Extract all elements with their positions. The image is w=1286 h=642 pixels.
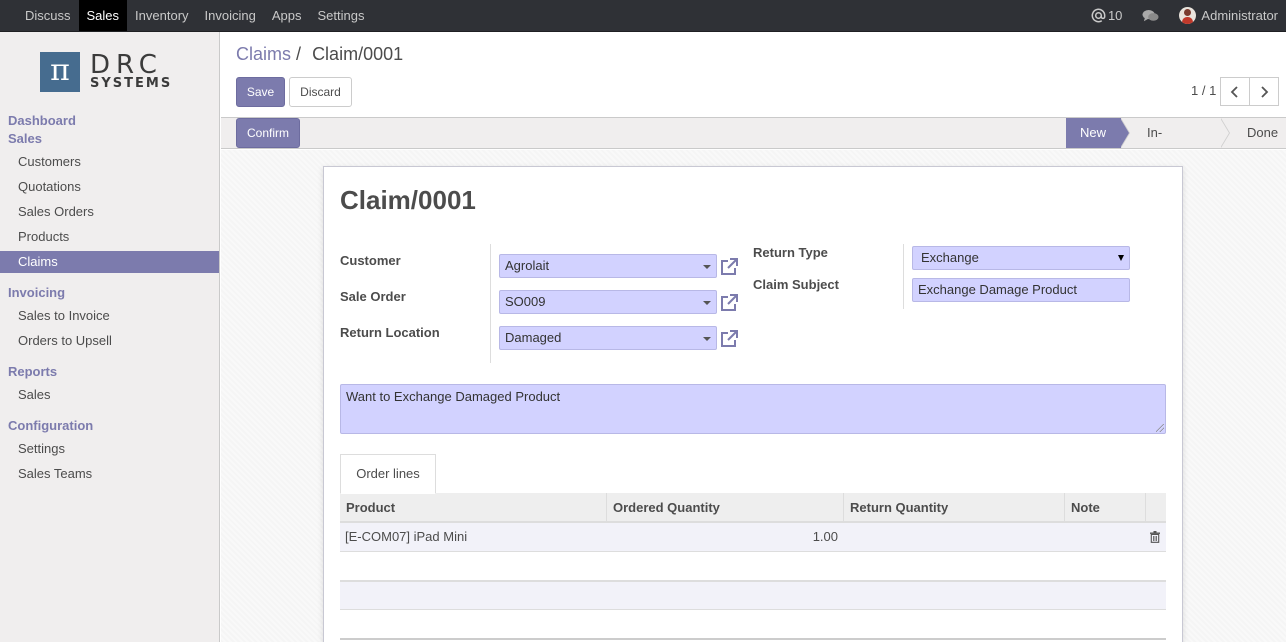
external-link-icon[interactable] <box>719 293 739 313</box>
status-bar: Confirm New In-Progress Done <box>221 117 1286 170</box>
pager-previous-button[interactable] <box>1220 77 1250 106</box>
stage-pipeline: New In-Progress Done <box>1066 118 1286 170</box>
at-sign-icon <box>1091 8 1106 23</box>
table-row-empty <box>340 581 1166 610</box>
avatar <box>1179 7 1197 24</box>
user-name: Administrator <box>1201 8 1278 23</box>
return-location-field[interactable]: Damaged <box>499 326 717 350</box>
breadcrumb: Claims / Claim/0001 <box>236 44 403 65</box>
dropdown-caret-icon <box>703 337 711 341</box>
confirm-button[interactable]: Confirm <box>236 118 300 148</box>
stage-new-label: New <box>1080 125 1107 140</box>
column-return-quantity[interactable]: Return Quantity <box>843 493 1064 522</box>
mentions-button[interactable]: 10 <box>1091 8 1122 23</box>
sidebar-item-products[interactable]: Products <box>0 226 219 248</box>
user-menu[interactable]: Administrator <box>1179 7 1278 24</box>
menu-inventory[interactable]: Inventory <box>127 0 196 31</box>
dropdown-caret-icon <box>703 265 711 269</box>
pager-next-button[interactable] <box>1249 77 1279 106</box>
logo-text-systems: SYSTEMS <box>90 76 173 91</box>
menu-settings[interactable]: Settings <box>309 0 372 31</box>
cell-ordered-quantity[interactable]: 1.00 <box>640 523 838 551</box>
sidebar-dashboard[interactable]: Dashboard <box>8 113 76 128</box>
customer-value: Agrolait <box>505 258 550 273</box>
sidebar-item-customers[interactable]: Customers <box>0 151 219 173</box>
messages-count: 10 <box>1107 8 1123 23</box>
breadcrumb-separator: / <box>296 44 302 64</box>
sidebar-item-sales-teams[interactable]: Sales Teams <box>0 463 219 485</box>
return-type-label: Return Type <box>753 245 828 260</box>
external-link-icon[interactable] <box>719 329 739 349</box>
sidebar-item-quotations[interactable]: Quotations <box>0 176 219 198</box>
tab-order-lines[interactable]: Order lines <box>340 454 436 494</box>
breadcrumb-claims[interactable]: Claims <box>236 44 291 64</box>
return-type-value: Exchange <box>921 250 979 265</box>
chat-button[interactable] <box>1142 9 1159 23</box>
chat-bubbles-icon <box>1142 9 1159 21</box>
resize-grip-icon[interactable] <box>1156 424 1164 432</box>
breadcrumb-current: Claim/0001 <box>312 44 404 64</box>
systray: 10 Administrator <box>1071 0 1278 31</box>
sidebar: π DRC SYSTEMS Dashboard Sales Customers … <box>0 32 220 642</box>
save-button[interactable]: Save <box>236 77 285 107</box>
sidebar-item-settings[interactable]: Settings <box>0 438 219 460</box>
field-group-divider <box>490 244 491 363</box>
chevron-right-icon <box>1261 86 1269 98</box>
external-link-icon[interactable] <box>719 257 739 277</box>
table-row-empty <box>340 552 1166 581</box>
sidebar-section-configuration[interactable]: Configuration <box>8 418 93 433</box>
menu-invoicing[interactable]: Invoicing <box>197 0 264 31</box>
order-lines-header: Product Ordered Quantity Return Quantity… <box>340 493 1166 523</box>
sidebar-item-orders-to-upsell[interactable]: Orders to Upsell <box>0 330 219 352</box>
chevron-left-icon <box>1230 86 1238 98</box>
claim-subject-input[interactable]: Exchange Damage Product <box>912 278 1130 302</box>
customer-field[interactable]: Agrolait <box>499 254 717 278</box>
dropdown-caret-icon <box>703 301 711 305</box>
logo-text-drc: DRC <box>90 50 163 80</box>
sidebar-section-reports[interactable]: Reports <box>8 364 57 379</box>
pager-value[interactable]: 1 / 1 <box>1191 83 1216 98</box>
stage-in-progress[interactable]: In-Progress <box>1121 118 1230 170</box>
select-arrow-icon <box>1118 255 1124 261</box>
company-logo: π DRC SYSTEMS <box>40 51 185 93</box>
return-location-label: Return Location <box>340 325 440 340</box>
logo-mark: π <box>40 52 80 92</box>
stage-new[interactable]: New <box>1066 118 1130 148</box>
sidebar-section-sales[interactable]: Sales <box>8 131 42 146</box>
column-ordered-quantity[interactable]: Ordered Quantity <box>606 493 843 522</box>
sale-order-label: Sale Order <box>340 289 406 304</box>
sidebar-item-sales-to-invoice[interactable]: Sales to Invoice <box>0 305 219 327</box>
sidebar-item-sales-orders[interactable]: Sales Orders <box>0 201 219 223</box>
menu-discuss[interactable]: Discuss <box>17 0 79 31</box>
column-product[interactable]: Product <box>340 493 607 522</box>
menu-sales[interactable]: Sales <box>78 0 128 31</box>
claim-subject-value: Exchange Damage Product <box>918 282 1077 297</box>
sale-order-field[interactable]: SO009 <box>499 290 717 314</box>
menu-apps[interactable]: Apps <box>264 0 310 31</box>
return-location-value: Damaged <box>505 330 562 345</box>
sidebar-item-reports-sales[interactable]: Sales <box>0 384 219 406</box>
table-row[interactable]: [E-COM07] iPad Mini 1.00 <box>340 523 1166 552</box>
claim-subject-label: Claim Subject <box>753 277 839 292</box>
app-menu: Discuss Sales Inventory Invoicing Apps S… <box>17 0 372 31</box>
column-note[interactable]: Note <box>1064 493 1145 522</box>
cell-product[interactable]: [E-COM07] iPad Mini <box>345 523 467 551</box>
top-navbar: Discuss Sales Inventory Invoicing Apps S… <box>0 0 1286 32</box>
trash-icon[interactable] <box>1150 531 1160 543</box>
record-title: Claim/0001 <box>340 185 476 215</box>
description-textarea[interactable]: Want to Exchange Damaged Product <box>340 384 1166 434</box>
sale-order-value: SO009 <box>505 294 546 309</box>
field-group-divider-right <box>903 244 904 309</box>
column-actions <box>1145 493 1166 522</box>
sidebar-item-claims[interactable]: Claims <box>0 251 219 273</box>
stage-done[interactable]: Done <box>1221 118 1286 148</box>
discard-button[interactable]: Discard <box>289 77 352 107</box>
customer-label: Customer <box>340 253 401 268</box>
description-value: Want to Exchange Damaged Product <box>346 389 561 404</box>
return-type-select[interactable]: Exchange <box>912 246 1130 270</box>
sidebar-section-invoicing[interactable]: Invoicing <box>8 285 65 300</box>
table-footer-line <box>340 638 1166 640</box>
stage-done-label: Done <box>1247 125 1279 140</box>
